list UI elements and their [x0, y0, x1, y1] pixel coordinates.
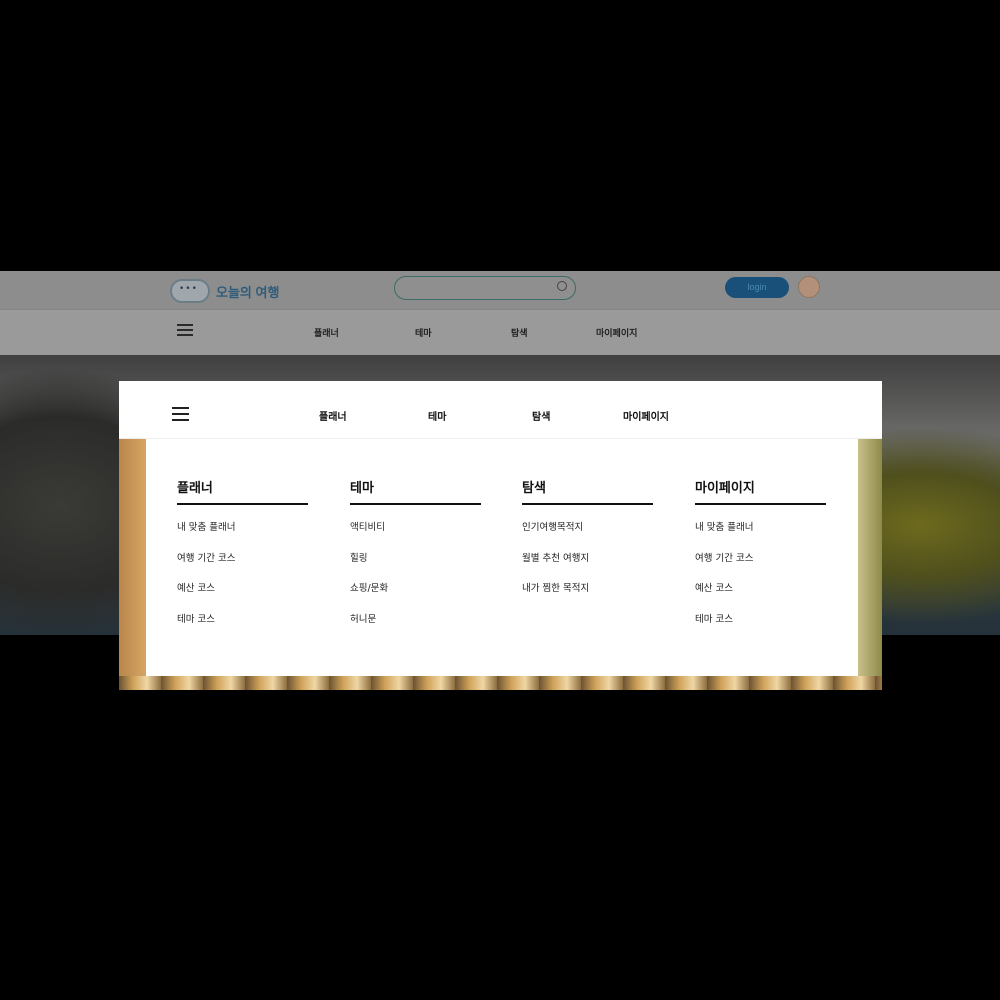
overlay-nav-explore[interactable]: 탐색	[532, 408, 550, 423]
mega-menu-panel: 플래너 내 맞춤 플래너 여행 기간 코스 예산 코스 테마 코스 테마 액티비…	[146, 439, 858, 676]
nav-item-planner[interactable]: 플래너	[314, 326, 339, 339]
overlay-nav-theme[interactable]: 테마	[428, 408, 446, 423]
nav-item-theme[interactable]: 테마	[415, 326, 432, 339]
menu-column-mypage: 마이페이지 내 맞춤 플래너 여행 기간 코스 예산 코스 테마 코스	[695, 477, 826, 643]
nav-item-mypage[interactable]: 마이페이지	[596, 326, 637, 339]
search-icon[interactable]	[557, 281, 567, 291]
nav-item-explore[interactable]: 탐색	[511, 326, 528, 339]
menu-column-planner: 플래너 내 맞춤 플래너 여행 기간 코스 예산 코스 테마 코스	[177, 477, 308, 643]
site-logo[interactable]: 오늘의 여행	[170, 279, 279, 303]
hamburger-menu-icon[interactable]	[177, 324, 193, 336]
menu-item-honeymoon[interactable]: 허니문	[350, 613, 481, 644]
menu-item-activity[interactable]: 액티비티	[350, 521, 481, 552]
menu-item-budget-course[interactable]: 예산 코스	[695, 582, 826, 613]
menu-item-my-planner[interactable]: 내 맞춤 플래너	[177, 521, 308, 552]
logo-cloud-icon	[170, 279, 210, 303]
overlay-nav-planner[interactable]: 플래너	[319, 408, 347, 423]
menu-item-budget-course[interactable]: 예산 코스	[177, 582, 308, 613]
menu-column-title: 탐색	[522, 477, 653, 505]
menu-column-explore: 탐색 인기여행목적지 월별 추천 여행지 내가 찜한 목적지	[522, 477, 653, 613]
menu-item-theme-course[interactable]: 테마 코스	[177, 613, 308, 644]
menu-item-healing[interactable]: 힐링	[350, 552, 481, 583]
menu-item-saved-destinations[interactable]: 내가 찜한 목적지	[522, 582, 653, 613]
site-nav	[0, 309, 1000, 356]
avatar[interactable]	[798, 276, 820, 298]
menu-item-theme-course[interactable]: 테마 코스	[695, 613, 826, 644]
menu-item-shopping-culture[interactable]: 쇼핑/문화	[350, 582, 481, 613]
hamburger-menu-icon[interactable]	[172, 407, 189, 421]
menu-column-title: 테마	[350, 477, 481, 505]
overlay-nav-mypage[interactable]: 마이페이지	[623, 408, 669, 423]
search-input[interactable]	[394, 276, 576, 300]
background-photo-strip	[119, 676, 882, 690]
menu-item-duration-course[interactable]: 여행 기간 코스	[695, 552, 826, 583]
menu-item-monthly-recommend[interactable]: 월별 추천 여행지	[522, 552, 653, 583]
menu-column-theme: 테마 액티비티 힐링 쇼핑/문화 허니문	[350, 477, 481, 643]
menu-column-title: 플래너	[177, 477, 308, 505]
login-button[interactable]: login	[725, 277, 789, 298]
overlay-nav-bar: 플래너 테마 탐색 마이페이지	[119, 381, 882, 439]
menu-item-duration-course[interactable]: 여행 기간 코스	[177, 552, 308, 583]
menu-column-title: 마이페이지	[695, 477, 826, 505]
menu-item-popular-destinations[interactable]: 인기여행목적지	[522, 521, 653, 552]
logo-text: 오늘의 여행	[216, 284, 280, 300]
mega-menu-overlay: 플래너 테마 탐색 마이페이지 플래너 내 맞춤 플래너 여행 기간 코스 예산…	[119, 381, 882, 690]
menu-item-my-planner[interactable]: 내 맞춤 플래너	[695, 521, 826, 552]
site-header: 오늘의 여행 login	[0, 271, 1000, 309]
